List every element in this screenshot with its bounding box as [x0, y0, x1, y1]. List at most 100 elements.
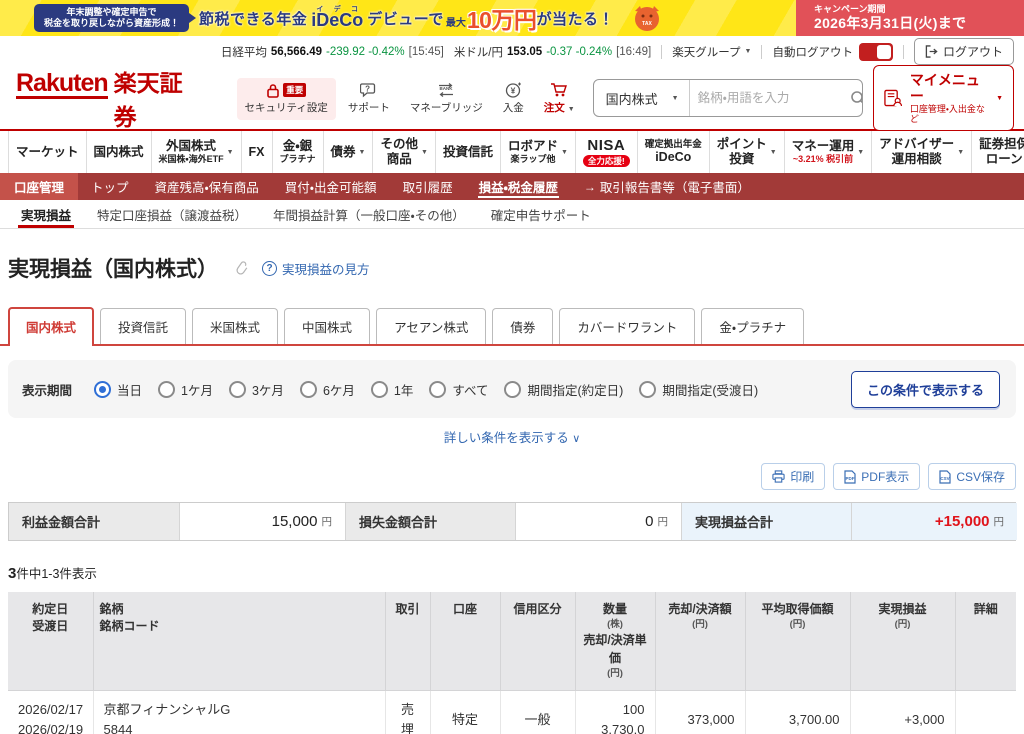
banner-badge: 年末調整や確定申告で 税金を取り戻しながら資産形成！ [34, 4, 189, 33]
page-title: 実現損益（国内株式） [8, 253, 218, 283]
account-nav-pl-tax-history[interactable]: 損益・税金履歴 [466, 173, 571, 200]
banner-headline-max: 最大 [446, 14, 466, 29]
filter-label: 表示期間 [22, 380, 72, 399]
chevron-down-icon: ∨ [572, 433, 580, 445]
period-option-1year[interactable]: 1年 [371, 380, 413, 399]
auto-logout-label: 自動ログアウト [772, 44, 853, 60]
period-option-6months[interactable]: 6ケ月 [300, 380, 355, 399]
nav-securities-loan[interactable]: 証券担保ローン [972, 131, 1024, 173]
cell-detail [955, 690, 1016, 734]
period-option-3months[interactable]: 3ケ月 [229, 380, 284, 399]
period-option-range-settle-date[interactable]: 期間指定(受渡日) [639, 380, 758, 399]
usdjpy-time: [16:49] [616, 46, 651, 58]
account-nav-balance[interactable]: 資産残高・保有商品 [142, 173, 272, 200]
tab-realized-pl[interactable]: 実現損益 [8, 200, 84, 228]
order-link[interactable]: 注文 ▼ [536, 77, 583, 120]
col-account: 口座 [430, 592, 500, 690]
period-option-today[interactable]: 当日 [94, 380, 142, 399]
auto-logout-toggle[interactable] [859, 43, 893, 61]
chevron-down-icon: ▼ [745, 48, 752, 55]
account-nav-reports[interactable]: →取引報告書等（電子書面） [571, 173, 763, 200]
search-input[interactable] [690, 91, 840, 105]
rakuten-group-menu[interactable]: 楽天グループ ▼ [672, 44, 751, 60]
nav-gold-platinum[interactable]: 金・銀プラチナ [273, 131, 324, 173]
svg-text:TAX: TAX [642, 21, 652, 27]
tab-investment-trust[interactable]: 投資信託 [100, 308, 186, 344]
results-count: 3件中1-3件表示 [0, 541, 1024, 592]
tab-us-stock[interactable]: 米国株式 [192, 308, 278, 344]
period-option-all[interactable]: すべて [429, 380, 488, 399]
tab-bonds[interactable]: 債券 [492, 308, 553, 344]
security-settings-link[interactable]: 重要 セキュリティ設定 [237, 78, 336, 120]
nav-robo-advisor[interactable]: ロボアド楽ラップ他▼ [501, 131, 576, 173]
nav-fx[interactable]: FX [242, 131, 273, 173]
tab-annual-pl[interactable]: 年間損益計算（一般口座・その他） [260, 200, 478, 228]
chevron-down-icon: ▼ [770, 149, 777, 156]
nav-point-invest[interactable]: ポイント投資▼ [710, 131, 785, 173]
account-nav-trade-history[interactable]: 取引履歴 [390, 173, 466, 200]
period-option-range-trade-date[interactable]: 期間指定(約定日) [504, 380, 623, 399]
nav-money-management[interactable]: マネー運用~3.21% 税引前▼ [785, 131, 872, 173]
tab-specific-account-pl[interactable]: 特定口座損益（譲渡益税） [84, 200, 260, 228]
detail-conditions-toggle[interactable]: 詳しい条件を表示する ∨ [0, 427, 1024, 447]
logout-icon [925, 45, 938, 58]
nav-investment-trust[interactable]: 投資信託 [436, 131, 501, 173]
logout-button[interactable]: ログアウト [914, 38, 1014, 65]
account-nav-home[interactable]: 口座管理 [0, 173, 78, 200]
chevron-down-icon: ▼ [227, 149, 234, 156]
search-button[interactable] [840, 90, 863, 106]
tab-asean-stock[interactable]: アセアン株式 [376, 308, 486, 344]
account-nav-withdrawable[interactable]: 買付・出金可能額 [272, 173, 390, 200]
nav-other-products[interactable]: その他商品▼ [373, 131, 435, 173]
banner-headline-2: デビューで [367, 8, 444, 29]
cell-account: 特定 [430, 690, 500, 734]
nav-bonds[interactable]: 債券▼ [324, 131, 374, 173]
tab-covered-warrant[interactable]: カバードワラント [559, 308, 695, 344]
nav-domestic-stock[interactable]: 国内株式 [87, 131, 152, 173]
nav-advisor[interactable]: アドバイザー運用相談▼ [872, 131, 972, 173]
deposit-link[interactable]: ¥ 入金 [495, 77, 532, 120]
my-menu-button[interactable]: マイメニュー 口座管理・入出金など ▼ [873, 65, 1014, 132]
pdf-view-button[interactable]: PDF PDF表示 [833, 463, 920, 490]
tab-domestic-stock[interactable]: 国内株式 [8, 307, 94, 344]
csv-save-button[interactable]: CSV CSV保存 [928, 463, 1016, 490]
total-loss-value: 0円 [515, 503, 681, 540]
tab-china-stock[interactable]: 中国株式 [284, 308, 370, 344]
print-button[interactable]: 印刷 [761, 463, 825, 490]
support-chat-icon: ? [360, 82, 377, 98]
apply-filter-button[interactable]: この条件で表示する [851, 371, 1000, 408]
col-detail: 詳細 [955, 592, 1016, 690]
col-name-code: 銘柄銘柄コード [93, 592, 385, 690]
table-row[interactable]: 2026/02/172026/02/19 京都フィナンシャルG5844 売埋 特… [8, 690, 1016, 734]
divider [661, 45, 662, 59]
campaign-period: キャンペーン期間 2026年3月31日(火)まで [796, 0, 1024, 36]
nav-foreign-stock[interactable]: 外国株式米国株・海外ETF▼ [152, 131, 242, 173]
cell-realized-pl: +3,000 [850, 690, 955, 734]
tab-tax-return-support[interactable]: 確定申告サポート [478, 200, 604, 228]
nav-market[interactable]: マーケット [8, 131, 87, 173]
printer-icon [772, 470, 785, 483]
search-category-select[interactable]: 国内株式 ▼ [594, 80, 690, 116]
nav-nisa[interactable]: NISA全力応援! [576, 131, 638, 173]
radio-icon [158, 381, 175, 398]
pl-help-link[interactable]: ? 実現損益の見方 [262, 259, 370, 278]
period-option-1month[interactable]: 1ケ月 [158, 380, 213, 399]
tab-gold-platinum[interactable]: 金・プラチナ [701, 308, 804, 344]
header-search: 国内株式 ▼ [593, 79, 863, 117]
banner-headline: 節税できる年金 iDeCoイデコ デビューで 最大 10万円 が当たる！ [199, 1, 614, 35]
cell-qty-price: 1003,730.0 [575, 690, 655, 734]
usdjpy-change: -0.37 -0.24% [546, 46, 612, 58]
auto-logout-control: 自動ログアウト [772, 43, 893, 61]
divider [903, 45, 904, 59]
paperclip-icon[interactable] [232, 260, 248, 277]
arrow-right-icon: → [584, 180, 596, 194]
account-nav-top[interactable]: トップ [78, 173, 142, 200]
rakuten-logo[interactable]: Rakuten 楽天証券 [16, 64, 197, 132]
cell-sale-amount: 373,000 [655, 690, 745, 734]
export-actions: 印刷 PDF PDF表示 CSV CSV保存 [0, 447, 1024, 490]
support-link[interactable]: ? サポート [340, 77, 398, 120]
money-bridge-link[interactable]: BANK マネーブリッジ [402, 77, 491, 120]
campaign-banner[interactable]: 年末調整や確定申告で 税金を取り戻しながら資産形成！ 節税できる年金 iDeCo… [0, 0, 1024, 36]
col-avg-cost: 平均取得価額(円) [745, 592, 850, 690]
nav-ideco[interactable]: 確定拠出年金iDeCo [638, 131, 710, 173]
